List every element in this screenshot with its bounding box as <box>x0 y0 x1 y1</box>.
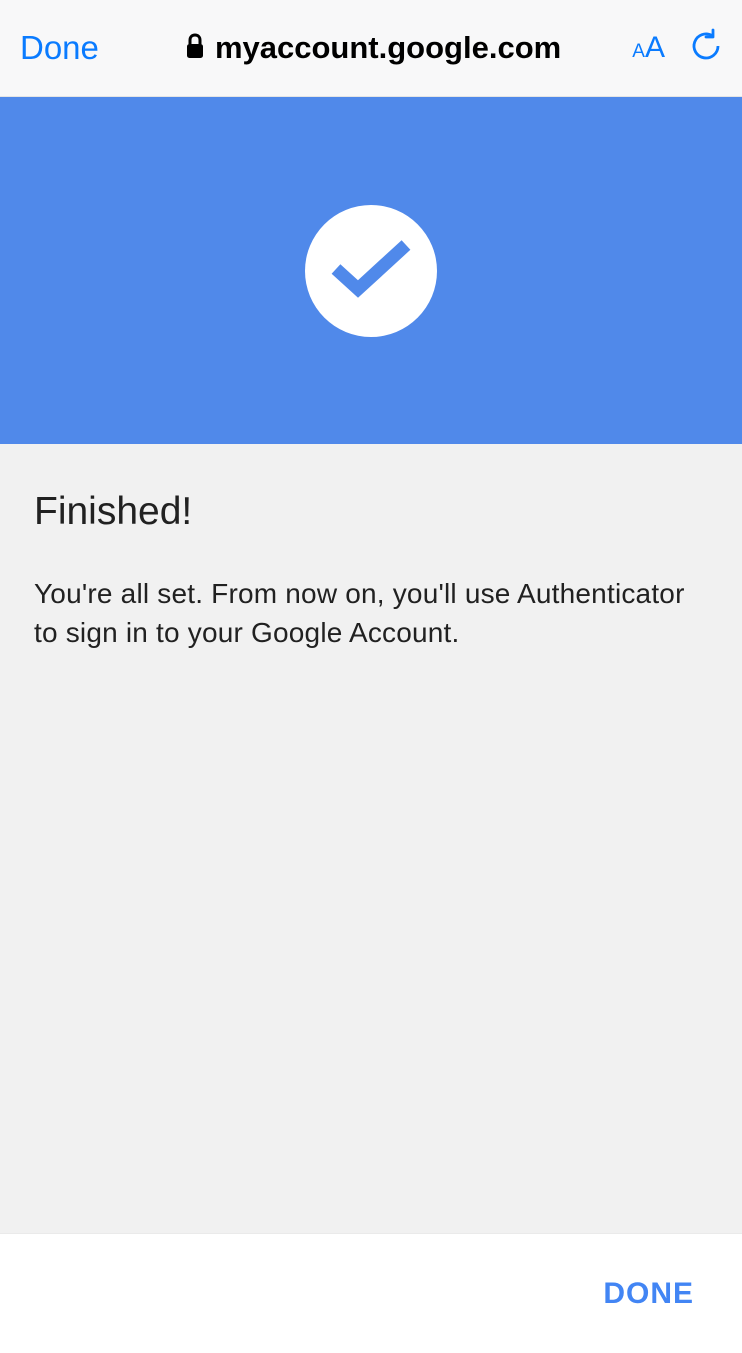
reload-icon[interactable] <box>690 28 722 69</box>
lock-icon <box>185 33 205 64</box>
text-size-button[interactable]: AA <box>632 31 665 65</box>
content-area: Finished! You're all set. From now on, y… <box>0 444 742 652</box>
footer-bar: DONE <box>0 1233 742 1353</box>
url-text: myacc﻿ount.google.com <box>215 30 561 66</box>
page-heading: Finished! <box>34 490 708 534</box>
browser-toolbar: Done myacc﻿ount.google.com AA <box>0 0 742 97</box>
text-size-small-label: A <box>632 41 645 63</box>
browser-done-link[interactable]: Done <box>20 29 99 67</box>
page-body-text: You're all set. From now on, you'll use … <box>34 574 708 652</box>
success-checkmark-circle <box>305 205 437 337</box>
text-size-large-label: A <box>645 31 665 65</box>
checkmark-icon <box>330 237 412 304</box>
done-button[interactable]: DONE <box>603 1277 694 1311</box>
url-bar[interactable]: myacc﻿ount.google.com <box>129 30 617 66</box>
hero-banner <box>0 97 742 444</box>
